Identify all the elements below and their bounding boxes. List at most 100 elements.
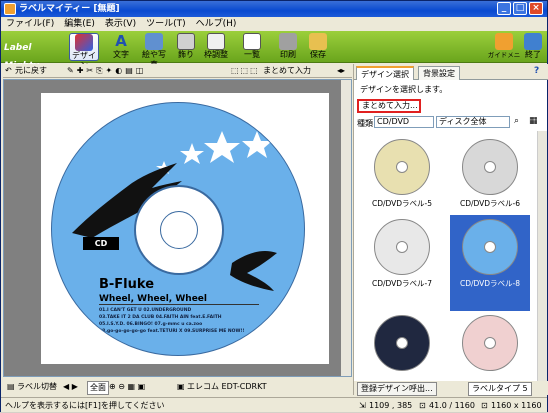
printer-icon: [279, 33, 297, 50]
design-grid: CD/DVDラベル-5 CD/DVDラベル-6 CD/DVDラベル-7 CD/D…: [354, 131, 538, 381]
arrows-icon[interactable]: ◂▸: [337, 64, 345, 78]
star-icon: [242, 131, 272, 158]
tab-background[interactable]: 背景設定: [418, 66, 460, 80]
ribbon-decor-button[interactable]: 飾り: [171, 33, 201, 61]
status-coords: 1109 , 385: [369, 401, 413, 410]
track-line[interactable]: 01.I CAN'T GET U 02.UNDERGROUND: [99, 308, 191, 313]
view-icon[interactable]: ▦: [529, 116, 538, 126]
ribbon-text-button[interactable]: A 文字: [106, 33, 136, 61]
undo-icon[interactable]: ↶: [5, 64, 12, 78]
menu-tools[interactable]: ツール(T): [141, 17, 191, 31]
disc-hole: [160, 211, 198, 249]
disc-thumbnail: [462, 315, 518, 371]
size-icon: ⊡: [419, 401, 426, 410]
cd-badge: CD: [83, 237, 119, 250]
panel-tabs: デザイン選択 背景設定 ?: [354, 64, 548, 80]
exit-icon: [524, 33, 542, 50]
track-line[interactable]: 08.go-go-go-go-go feat.TETURI X 09.SURPR…: [99, 329, 245, 334]
grid-icon: [495, 33, 513, 50]
ribbon-design-button[interactable]: デザイン: [69, 33, 99, 70]
zoom-icons[interactable]: ⊕ ⊖ ▦ ▣: [109, 379, 145, 395]
label-type-counter: ラベルタイプ 5: [468, 382, 532, 396]
ribbon-exit-button[interactable]: 終了: [521, 33, 545, 61]
bulk-input-button[interactable]: まとめて入力: [263, 64, 311, 78]
menu-edit[interactable]: 編集(E): [59, 17, 100, 31]
app-window: ラベルマイティー [無題] _ □ × ファイル(F) 編集(E) 表示(V) ツール…: [0, 0, 548, 412]
track-line[interactable]: 05.I.S.Y.D. 06.BINGO! 07.g-mmc u ca.zoo: [99, 322, 202, 327]
design-panel: デザイン選択 背景設定 ? デザインを選択します。 まとめて入力... 種類 C…: [353, 64, 548, 396]
cd-label[interactable]: CD B-Fluke Wheel, Wheel, Wheel 01.I CAN'…: [51, 102, 305, 356]
printer-name: エレコム EDT-CDRKT: [187, 382, 267, 391]
star-icon: [204, 131, 240, 163]
flag-icon: [207, 33, 225, 50]
maximize-button[interactable]: □: [513, 2, 527, 15]
ribbon-print-button[interactable]: 印刷: [273, 33, 303, 61]
status-bar: ヘルプを表示するには[F1]を押してください ⇲ 1109 , 385 ⊡ 41…: [1, 397, 547, 412]
edit-tools-icons[interactable]: ✎✚✂⎘✦◐▤◫: [67, 64, 146, 78]
window-title: ラベルマイティー [無題]: [19, 4, 120, 14]
ribbon-save-button[interactable]: 保存: [303, 33, 333, 61]
menu-help[interactable]: ヘルプ(H): [191, 17, 242, 31]
picture-icon: [145, 33, 163, 50]
sort-select[interactable]: ディスク全体: [436, 116, 510, 128]
design-canvas[interactable]: CD B-Fluke Wheel, Wheel, Wheel 01.I CAN'…: [3, 79, 352, 377]
folder-icon: [309, 33, 327, 50]
album-subtitle[interactable]: Wheel, Wheel, Wheel: [99, 294, 259, 305]
register-design-button[interactable]: 登録デザイン呼出...: [357, 382, 437, 396]
fit-button[interactable]: 全面: [87, 381, 109, 395]
title-bar: ラベルマイティー [無題] _ □ ×: [1, 1, 547, 17]
edit-tools2-icons[interactable]: ⬚⬚⬚: [231, 64, 260, 78]
close-button[interactable]: ×: [529, 2, 543, 15]
size2-icon: ⊡: [481, 401, 488, 410]
panel-footer: 登録デザイン呼出... ラベルタイプ 5: [354, 381, 548, 396]
main-ribbon: Label Mighty デザイン A文字 絵や写真 飾り 枠調整 一覧 印刷 …: [1, 31, 547, 71]
bulk-input-panel-button[interactable]: まとめて入力...: [357, 99, 421, 113]
minimize-button[interactable]: _: [497, 2, 511, 15]
tab-design-select[interactable]: デザイン選択: [356, 66, 414, 80]
label-switch-button[interactable]: ラベル切替: [17, 379, 57, 395]
undo-button[interactable]: 元に戻す: [15, 64, 47, 78]
ribbon-guide-button[interactable]: ガイドメニュー: [487, 33, 521, 69]
design-item[interactable]: [450, 311, 530, 381]
kind-select[interactable]: CD/DVD: [374, 116, 434, 128]
menu-view[interactable]: 表示(V): [100, 17, 141, 31]
canvas-scrollbar[interactable]: [341, 80, 351, 376]
album-title[interactable]: B-Fluke: [99, 277, 154, 292]
design-item-selected[interactable]: CD/DVDラベル-8: [450, 215, 530, 311]
app-icon: [4, 3, 16, 15]
disc-thumbnail: [374, 219, 430, 275]
edit-toolbar: ↶ 元に戻す ✎✚✂⎘✦◐▤◫ ⬚⬚⬚ まとめて入力 ◂▸: [3, 64, 352, 78]
help-icon[interactable]: ?: [534, 66, 539, 76]
printer-info-icon: ▣: [177, 382, 185, 391]
menu-file[interactable]: ファイル(F): [1, 17, 59, 31]
label-page: CD B-Fluke Wheel, Wheel, Wheel 01.I CAN'…: [41, 93, 329, 364]
disc-ring: [134, 185, 224, 275]
disc-thumbnail: [462, 219, 518, 275]
ribbon-adjust-button[interactable]: 枠調整: [201, 33, 231, 61]
cursor-icon: ⇲: [359, 401, 366, 410]
ribbon-image-button[interactable]: 絵や写真: [139, 33, 169, 69]
eagle-silhouette-small: [230, 251, 277, 291]
status-size1: 41.0 / 1160: [429, 401, 475, 410]
kind-label: 種類: [357, 119, 373, 128]
disc-thumbnail: [374, 139, 430, 195]
status-help: ヘルプを表示するには[F1]を押してください: [5, 401, 165, 410]
list-icon: [243, 33, 261, 50]
nav-arrows-icon[interactable]: ◀ ▶: [63, 379, 78, 395]
app-logo: Label Mighty: [4, 43, 39, 71]
palette-icon: [75, 34, 93, 51]
star-icon: [180, 143, 204, 164]
panel-hint: デザインを選択します。: [360, 85, 448, 94]
search-icon[interactable]: ⌕: [514, 116, 519, 126]
status-size2: 1160 x 1160: [491, 401, 542, 410]
grid-scrollbar[interactable]: [537, 131, 547, 381]
letter-a-icon: A: [115, 32, 127, 50]
track-line[interactable]: 03.TAKE IT 2 DA CLUB 04.FAITH AIN feat.E…: [99, 315, 222, 320]
frame-icon: [177, 33, 195, 50]
design-item[interactable]: CD/DVDラベル-7: [362, 215, 442, 311]
disc-thumbnail: [374, 315, 430, 371]
design-item[interactable]: [362, 311, 442, 381]
canvas-footer: ▤ ラベル切替 ◀ ▶ 全面 ⊕ ⊖ ▦ ▣ ▣ エレコム EDT-CDRKT: [3, 379, 352, 395]
label-switch-icon[interactable]: ▤: [7, 379, 15, 395]
ribbon-list-button[interactable]: 一覧: [237, 33, 267, 61]
